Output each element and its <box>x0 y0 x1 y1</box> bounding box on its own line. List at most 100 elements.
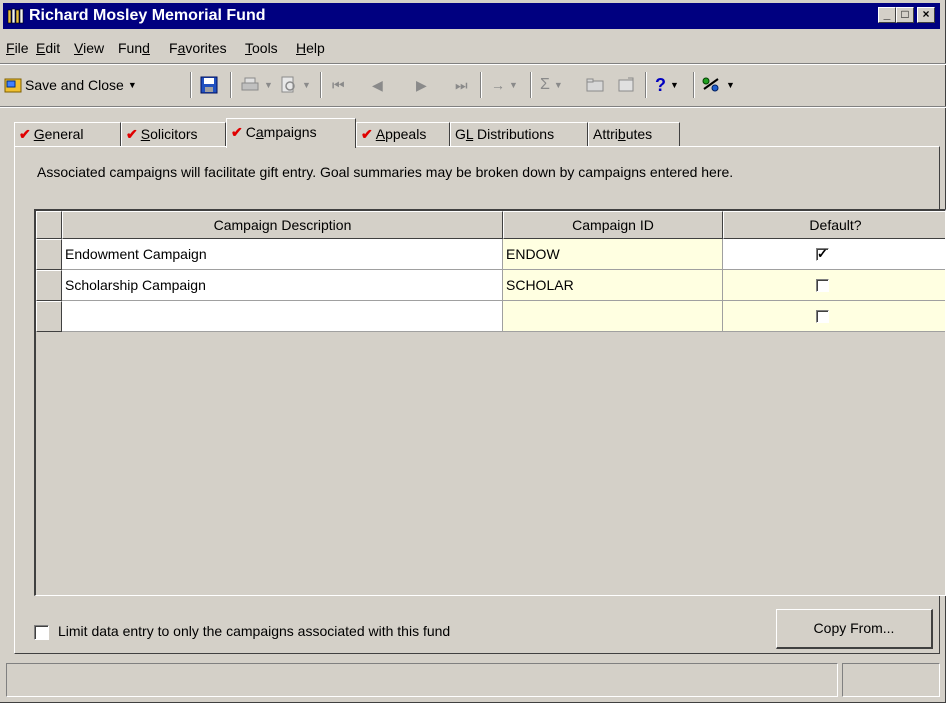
menu-view[interactable]: View <box>74 40 104 56</box>
column-header-description[interactable]: Campaign Description <box>62 211 503 239</box>
chevron-down-icon[interactable]: ▼ <box>509 80 518 90</box>
menu-separator <box>0 63 946 65</box>
row-selector[interactable] <box>36 301 62 332</box>
floppy-disk-icon <box>200 76 218 94</box>
cell-default[interactable] <box>723 270 945 301</box>
campaigns-grid[interactable]: Campaign Description Campaign ID Default… <box>34 209 946 596</box>
menu-file[interactable]: File <box>6 40 29 56</box>
copy-from-button[interactable]: Copy From... <box>776 609 933 649</box>
chevron-down-icon[interactable]: ▼ <box>670 80 679 90</box>
toolbar-separator <box>480 72 482 98</box>
status-bar <box>0 660 946 703</box>
save-button[interactable] <box>199 72 219 98</box>
menu-tools[interactable]: Tools <box>245 40 278 56</box>
first-record-icon: ⏮ <box>332 76 345 93</box>
default-checkbox[interactable] <box>816 310 829 323</box>
panel-description: Associated campaigns will facilitate gif… <box>37 164 734 180</box>
print-preview-button[interactable]: ▼ <box>280 72 311 98</box>
cell-description[interactable] <box>62 301 503 332</box>
menu-favorites[interactable]: Favorites <box>169 40 227 56</box>
menu-edit[interactable]: Edit <box>36 40 60 56</box>
row-selector[interactable] <box>36 239 62 270</box>
cell-description[interactable]: Scholarship Campaign <box>62 270 503 301</box>
tab-gl-distributions[interactable]: GL Distributions <box>450 122 588 146</box>
table-row[interactable]: Endowment Campaign ENDOW ✓ <box>36 239 945 270</box>
print-button[interactable]: ▼ <box>240 72 273 98</box>
arrow-right-icon: → <box>491 77 505 93</box>
toolbar-separator <box>693 72 695 98</box>
column-header-campaign-id[interactable]: Campaign ID <box>503 211 723 239</box>
printer-icon <box>241 77 259 91</box>
tab-campaigns[interactable]: ✔ Campaigns <box>226 118 356 148</box>
column-header-default[interactable]: Default? <box>723 211 945 239</box>
properties-button[interactable] <box>616 72 636 98</box>
default-checkbox[interactable]: ✓ <box>816 246 829 261</box>
help-button[interactable]: ? ▼ <box>655 72 679 98</box>
toolbar-separator <box>645 72 647 98</box>
status-pane-secondary <box>842 663 940 697</box>
properties-icon <box>618 77 634 92</box>
cell-campaign-id[interactable]: SCHOLAR <box>503 270 723 301</box>
tab-solicitors[interactable]: ✔ Solicitors <box>121 122 226 146</box>
limit-entry-label: Limit data entry to only the campaigns a… <box>58 623 451 639</box>
previous-record-button[interactable]: ◀ <box>372 72 383 98</box>
cell-campaign-id[interactable]: ENDOW <box>503 239 723 270</box>
cell-description[interactable]: Endowment Campaign <box>62 239 503 270</box>
window-title: Richard Mosley Memorial Fund <box>29 7 266 24</box>
menu-help[interactable]: Help <box>296 40 325 56</box>
checkmark-icon: ✔ <box>361 126 373 142</box>
save-and-close-label: Save and Close <box>25 77 124 93</box>
print-preview-icon <box>281 76 295 93</box>
goto-button[interactable]: → ▼ <box>491 72 518 98</box>
cell-default[interactable] <box>723 301 945 332</box>
menu-fund[interactable]: Fund <box>118 40 150 56</box>
title-bar[interactable]: Richard Mosley Memorial Fund _ □ × <box>3 3 940 29</box>
table-row[interactable] <box>36 301 945 332</box>
toolbar: Save and Close ▼ ▼ ▼ ⏮ ◀ ▶ ⏭ → ▼ Σ ▼ ? ▼… <box>0 68 946 104</box>
table-row[interactable]: Scholarship Campaign SCHOLAR <box>36 270 945 301</box>
default-checkbox[interactable] <box>816 279 829 292</box>
next-record-button[interactable]: ▶ <box>416 72 427 98</box>
previous-record-icon: ◀ <box>372 76 383 93</box>
close-button[interactable]: × <box>917 7 935 23</box>
next-record-icon: ▶ <box>416 76 427 93</box>
grid-corner[interactable] <box>36 211 62 239</box>
sigma-icon: Σ <box>540 76 550 93</box>
first-record-button[interactable]: ⏮ <box>332 72 345 98</box>
checkmark-icon: ✓ <box>817 246 828 261</box>
checkmark-icon: ✔ <box>126 126 138 142</box>
cell-default[interactable]: ✓ <box>723 239 945 270</box>
folder-icon <box>586 78 604 92</box>
cell-campaign-id[interactable] <box>503 301 723 332</box>
tab-attributes[interactable]: Attributes <box>588 122 680 146</box>
toolbar-separator <box>320 72 322 98</box>
minimize-icon: _ <box>883 7 891 21</box>
tab-general[interactable]: ✔ General <box>14 122 121 146</box>
summary-button[interactable]: Σ ▼ <box>540 72 563 98</box>
maximize-button[interactable]: □ <box>896 7 914 23</box>
save-and-close-button[interactable]: Save and Close ▼ <box>4 72 137 98</box>
last-record-icon: ⏭ <box>455 76 468 93</box>
folder-button[interactable] <box>585 72 605 98</box>
tools-icon <box>702 77 719 92</box>
limit-entry-checkbox[interactable] <box>34 625 49 640</box>
tab-appeals[interactable]: ✔ Appeals <box>356 122 450 146</box>
status-pane-main <box>6 663 838 697</box>
toolbar-separator <box>230 72 232 98</box>
chevron-down-icon[interactable]: ▼ <box>726 80 735 90</box>
chevron-down-icon[interactable]: ▼ <box>554 80 563 90</box>
fund-window: Richard Mosley Memorial Fund _ □ × File … <box>0 0 946 703</box>
chevron-down-icon[interactable]: ▼ <box>264 80 273 90</box>
tools-button[interactable]: ▼ <box>700 72 735 98</box>
campaigns-panel: Associated campaigns will facilitate gif… <box>14 146 946 654</box>
chevron-down-icon[interactable]: ▼ <box>128 80 137 90</box>
chevron-down-icon[interactable]: ▼ <box>302 80 311 90</box>
row-selector[interactable] <box>36 270 62 301</box>
toolbar-separator <box>530 72 532 98</box>
checkmark-icon: ✔ <box>231 124 243 140</box>
maximize-icon: □ <box>901 7 909 21</box>
last-record-button[interactable]: ⏭ <box>455 72 468 98</box>
toolbar-separator <box>190 72 192 98</box>
minimize-button[interactable]: _ <box>878 7 896 23</box>
books-icon <box>7 8 24 24</box>
